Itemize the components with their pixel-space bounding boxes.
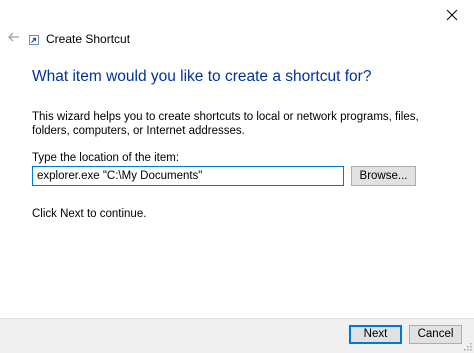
cancel-button[interactable]: Cancel [409,325,462,344]
back-arrow-icon [8,32,19,42]
resize-grip-icon[interactable] [462,341,472,351]
window-title: Create Shortcut [46,32,131,46]
location-input[interactable] [32,166,344,186]
dialog-footer [0,318,474,353]
close-icon [446,9,458,21]
back-button[interactable] [5,30,23,48]
continue-instruction: Click Next to continue. [32,208,147,220]
wizard-description: This wizard helps you to create shortcut… [32,111,419,137]
location-label: Type the location of the item: [32,152,180,164]
close-button[interactable] [430,0,474,30]
create-shortcut-dialog: Create Shortcut What item would you like… [0,0,474,353]
page-heading: What item would you like to create a sho… [32,68,372,85]
title-bar [0,0,474,30]
browse-button[interactable]: Browse... [351,166,416,186]
next-button[interactable]: Next [349,325,402,344]
shortcut-icon [29,35,39,45]
